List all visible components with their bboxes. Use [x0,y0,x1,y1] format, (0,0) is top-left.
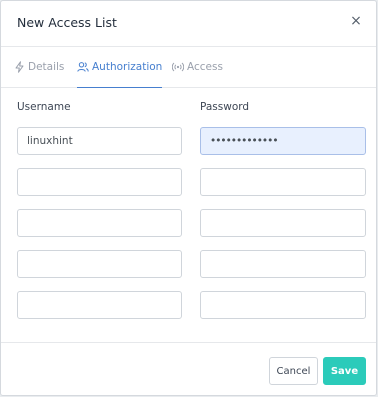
save-button[interactable]: Save [323,357,366,385]
password-field[interactable] [200,250,366,278]
radio-waves-icon [172,61,184,73]
modal-header: New Access List × [1,1,376,47]
tab-access-label: Access [187,61,223,73]
password-column-label: Password [200,101,250,113]
modal-title: New Access List [17,15,117,30]
tab-details[interactable]: Details [14,47,64,87]
tab-authorization-label: Authorization [92,61,163,73]
username-field[interactable] [17,209,182,237]
cancel-button[interactable]: Cancel [269,357,318,385]
users-icon [77,61,89,73]
password-field[interactable] [200,127,366,155]
username-field[interactable] [17,127,182,155]
username-field[interactable] [17,168,182,196]
tab-authorization[interactable]: Authorization [77,47,163,88]
password-field[interactable] [200,291,366,319]
password-field[interactable] [200,168,366,196]
tab-bar: Details Authorization Access [1,47,376,88]
new-access-list-modal: New Access List × Details Authorization … [0,0,377,396]
tab-details-label: Details [28,61,65,73]
username-column-label: Username [17,101,71,113]
footer-divider [1,342,376,343]
close-icon[interactable]: × [348,12,364,30]
tab-access[interactable]: Access [172,47,223,87]
username-field[interactable] [17,291,182,319]
username-field[interactable] [17,250,182,278]
bolt-icon [14,61,25,73]
password-field[interactable] [200,209,366,237]
